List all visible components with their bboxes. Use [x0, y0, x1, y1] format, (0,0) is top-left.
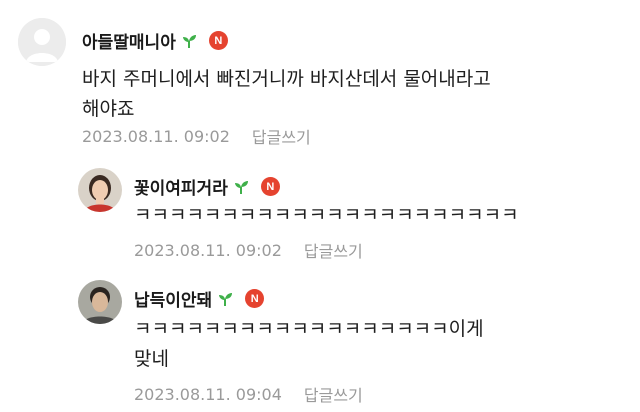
- sprout-icon: [233, 179, 249, 195]
- avatar[interactable]: [78, 168, 122, 212]
- reply-item: 꽃이여피거라 N ㅋㅋㅋㅋㅋㅋㅋㅋㅋㅋㅋㅋㅋㅋㅋㅋㅋㅋㅋㅋㅋㅋ 2023.08.…: [0, 160, 640, 270]
- comment-item: 아들딸매니아 N 바지 주머니에서 빠진거니까 바지산데서 물어내라고 해야죠 …: [0, 0, 640, 150]
- author-name[interactable]: 아들딸매니아: [82, 28, 176, 53]
- reply-button[interactable]: 답글쓰기: [304, 238, 363, 262]
- avatar[interactable]: [18, 18, 66, 66]
- comment-meta: 2023.08.11. 09:04 답글쓰기: [134, 382, 363, 406]
- new-badge-icon: N: [208, 31, 228, 50]
- profile-photo-icon: [78, 280, 122, 324]
- reply-button[interactable]: 답글쓰기: [304, 382, 363, 406]
- profile-photo-icon: [78, 168, 122, 212]
- new-badge-icon: N: [245, 289, 265, 308]
- default-avatar-icon: [18, 18, 66, 66]
- sprout-icon: [181, 33, 197, 49]
- author-name[interactable]: 납득이안돼: [134, 286, 212, 311]
- comment-meta: 2023.08.11. 09:02 답글쓰기: [82, 124, 311, 148]
- comment-text: ㅋㅋㅋㅋㅋㅋㅋㅋㅋㅋㅋㅋㅋㅋㅋㅋㅋㅋㅋㅋㅋㅋ: [134, 204, 519, 226]
- reply-item: 납득이안돼 N ㅋㅋㅋㅋㅋㅋㅋㅋㅋㅋㅋㅋㅋㅋㅋㅋㅋㅋ이게 맞네 2023.08.…: [0, 272, 640, 412]
- timestamp: 2023.08.11. 09:02: [134, 240, 282, 260]
- avatar[interactable]: [78, 280, 122, 324]
- author-name-row: 꽃이여피거라 N: [134, 174, 280, 199]
- sprout-icon: [217, 291, 233, 307]
- timestamp: 2023.08.11. 09:04: [134, 384, 282, 404]
- author-name-row: 납득이안돼 N: [134, 286, 265, 311]
- comment-text: 바지 주머니에서 빠진거니까 바지산데서 물어내라고 해야죠: [82, 68, 491, 120]
- author-name[interactable]: 꽃이여피거라: [134, 174, 228, 199]
- new-badge-icon: N: [260, 177, 280, 196]
- timestamp: 2023.08.11. 09:02: [82, 126, 230, 146]
- comment-text: ㅋㅋㅋㅋㅋㅋㅋㅋㅋㅋㅋㅋㅋㅋㅋㅋㅋㅋ이게 맞네: [134, 318, 484, 370]
- reply-button[interactable]: 답글쓰기: [252, 124, 311, 148]
- author-name-row: 아들딸매니아 N: [82, 28, 228, 53]
- comment-meta: 2023.08.11. 09:02 답글쓰기: [134, 238, 363, 262]
